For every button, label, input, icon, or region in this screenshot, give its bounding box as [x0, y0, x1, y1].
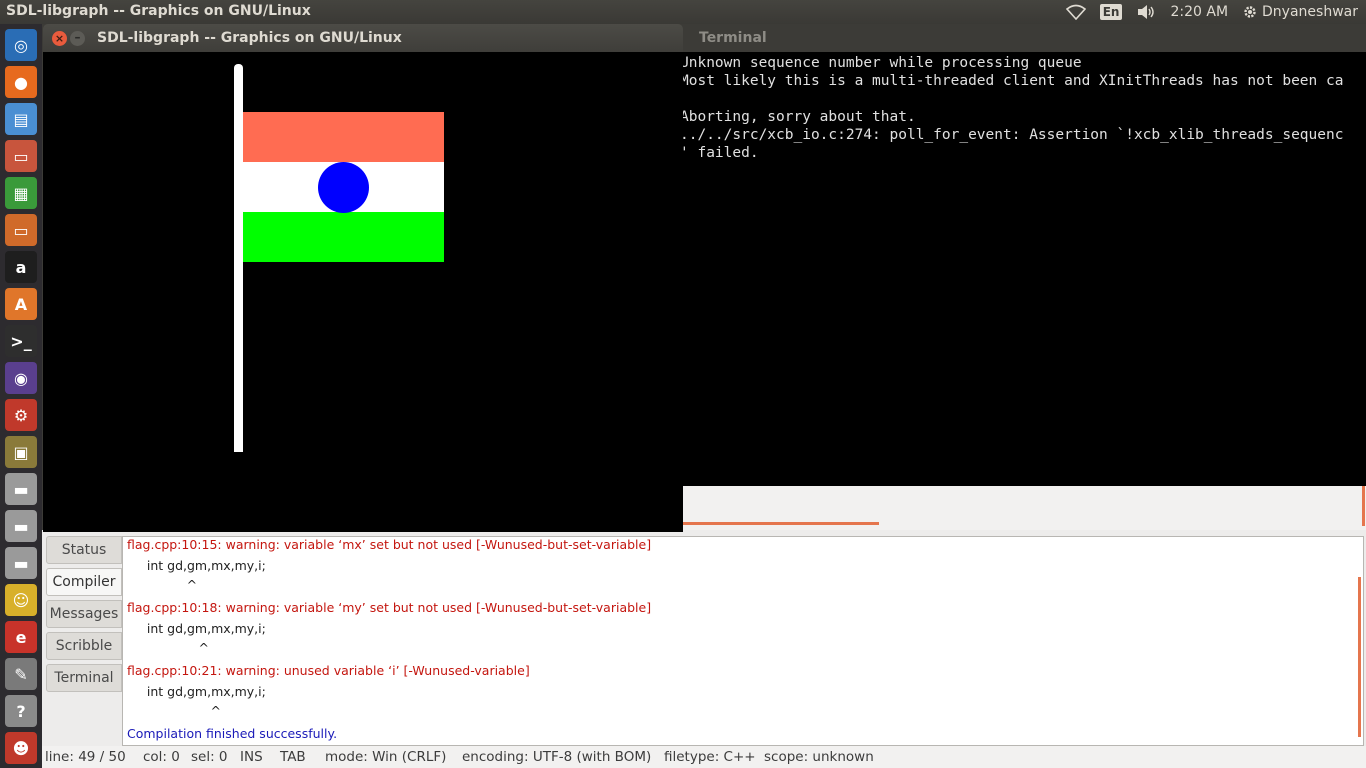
- minimize-icon[interactable]: –: [70, 31, 85, 46]
- compiler-source-line[interactable]: ^: [127, 703, 220, 718]
- compiler-source-line[interactable]: int gd,gm,mx,my,i;: [127, 684, 266, 699]
- sdl-titlebar[interactable]: × – SDL-libgraph -- Graphics on GNU/Linu…: [43, 24, 683, 52]
- wifi-icon[interactable]: [1065, 4, 1086, 20]
- launcher-text-editor-icon[interactable]: ✎: [5, 658, 37, 690]
- launcher-app-red-icon[interactable]: e: [5, 621, 37, 653]
- compiler-source-line[interactable]: int gd,gm,mx,my,i;: [127, 558, 266, 573]
- graphics-canvas[interactable]: [43, 52, 683, 532]
- status-sel: sel: 0: [191, 749, 228, 765]
- message-tabs: Status Compiler Messages Scribble Terminal: [46, 536, 122, 696]
- launcher-libreoffice-calc-icon[interactable]: ▦: [5, 177, 37, 209]
- launcher: ◎ ● ▤ ▭ ▦ ▭ a A >_ ◉ ⚙ ▣ ▬ ▬ ▬ ☺ e ✎? ☻: [0, 24, 42, 768]
- terminal-window[interactable]: Terminal Unknown sequence number while p…: [680, 24, 1366, 486]
- top-panel: SDL-libgraph -- Graphics on GNU/Linux En…: [0, 0, 1366, 24]
- editor-area[interactable]: [683, 486, 1366, 530]
- status-mode: mode: Win (CRLF): [325, 749, 447, 765]
- launcher-dosbox-icon[interactable]: ▣: [5, 436, 37, 468]
- launcher-file-manager-icon[interactable]: ▭: [5, 140, 37, 172]
- compiler-source-line[interactable]: ^: [127, 640, 209, 655]
- flag-green-band: [243, 212, 444, 262]
- compiler-warning-line[interactable]: flag.cpp:10:21: warning: unused variable…: [127, 663, 530, 678]
- status-tab: TAB: [280, 749, 306, 765]
- volume-icon[interactable]: [1136, 4, 1156, 20]
- launcher-pidgin-icon[interactable]: ☺: [5, 584, 37, 616]
- launcher-terminal-icon[interactable]: >_: [5, 325, 37, 357]
- terminal-line: Most likely this is a multi-threaded cli…: [680, 73, 1344, 89]
- active-window-title: SDL-libgraph -- Graphics on GNU/Linux: [6, 3, 311, 19]
- terminal-title: Terminal: [699, 30, 767, 46]
- terminal-output[interactable]: Unknown sequence number while processing…: [680, 54, 1366, 484]
- indicator-area: En 2:20 AM Dnyaneshwar: [1065, 0, 1366, 24]
- status-line: line: 49 / 50: [45, 749, 126, 765]
- flag-chakra-circle: [318, 162, 369, 213]
- launcher-help-icon[interactable]: ?: [5, 695, 37, 727]
- tab-compiler[interactable]: Compiler: [46, 568, 122, 596]
- launcher-dash-home-icon[interactable]: ◎: [5, 29, 37, 61]
- launcher-drive-3-icon[interactable]: ▬: [5, 547, 37, 579]
- close-icon[interactable]: ×: [52, 31, 67, 46]
- launcher-drive-1-icon[interactable]: ▬: [5, 473, 37, 505]
- compiler-warning-line[interactable]: flag.cpp:10:15: warning: variable ‘mx’ s…: [127, 537, 651, 552]
- tab-scribble[interactable]: Scribble: [46, 632, 122, 660]
- terminal-line: Unknown sequence number while processing…: [680, 55, 1082, 71]
- compiler-source-line[interactable]: int gd,gm,mx,my,i;: [127, 621, 266, 636]
- status-scope: scope: unknown: [764, 749, 874, 765]
- user-name[interactable]: Dnyaneshwar: [1262, 4, 1358, 20]
- sdl-window-title: SDL-libgraph -- Graphics on GNU/Linux: [97, 30, 402, 46]
- editor-scrollbar[interactable]: [1362, 486, 1365, 526]
- terminal-line: ../../src/xcb_io.c:274: poll_for_event: …: [680, 127, 1344, 143]
- status-encoding: encoding: UTF-8 (with BOM): [462, 749, 652, 765]
- gear-icon[interactable]: [1242, 4, 1258, 20]
- flag-saffron-band: [243, 112, 444, 162]
- terminal-titlebar[interactable]: Terminal: [680, 24, 1366, 52]
- compiler-output[interactable]: flag.cpp:10:15: warning: variable ‘mx’ s…: [122, 536, 1364, 746]
- sdl-window[interactable]: × – SDL-libgraph -- Graphics on GNU/Linu…: [43, 24, 683, 532]
- launcher-drive-2-icon[interactable]: ▬: [5, 510, 37, 542]
- flag-pole: [234, 64, 243, 452]
- launcher-amazon-icon[interactable]: a: [5, 251, 37, 283]
- launcher-app-bottom-icon[interactable]: ☻: [5, 732, 37, 764]
- launcher-settings-icon[interactable]: ⚙: [5, 399, 37, 431]
- status-bar: line: 49 / 50 col: 0 sel: 0 INS TAB mode…: [42, 746, 1366, 768]
- clock[interactable]: 2:20 AM: [1170, 4, 1228, 20]
- message-panel: Status Compiler Messages Scribble Terminal f…: [42, 530, 1366, 746]
- launcher-files-icon[interactable]: ▤: [5, 103, 37, 135]
- compiler-warning-line[interactable]: flag.cpp:10:18: warning: variable ‘my’ s…: [127, 600, 651, 615]
- launcher-eclipse-icon[interactable]: ◉: [5, 362, 37, 394]
- compiler-status-line[interactable]: Compilation finished successfully.: [127, 726, 337, 741]
- launcher-software-center-icon[interactable]: A: [5, 288, 37, 320]
- tab-status[interactable]: Status: [46, 536, 122, 564]
- launcher-firefox-icon[interactable]: ●: [5, 66, 37, 98]
- compiler-source-line[interactable]: ^: [127, 577, 197, 592]
- launcher-libreoffice-impress-icon[interactable]: ▭: [5, 214, 37, 246]
- status-ins: INS: [240, 749, 263, 765]
- tab-terminal[interactable]: Terminal: [46, 664, 122, 692]
- tab-messages[interactable]: Messages: [46, 600, 122, 628]
- compiler-scrollbar[interactable]: [1358, 577, 1361, 737]
- status-filetype: filetype: C++: [664, 749, 756, 765]
- status-col: col: 0: [143, 749, 180, 765]
- keyboard-layout-indicator[interactable]: En: [1099, 4, 1123, 20]
- terminal-line: ' failed.: [680, 145, 759, 161]
- terminal-line: Aborting, sorry about that.: [680, 109, 916, 125]
- editor-progress-line: [683, 522, 879, 525]
